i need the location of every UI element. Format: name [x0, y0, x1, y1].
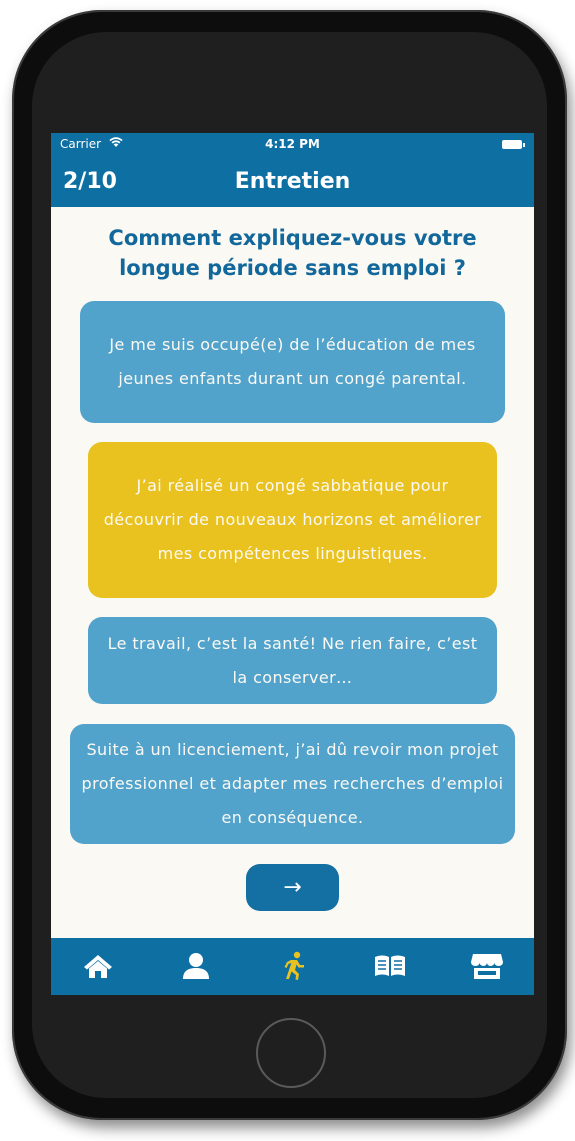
answer-option-2-selected[interactable]: J’ai réalisé un congé sabbatique pour dé…: [88, 442, 497, 598]
open-book-icon: [375, 955, 405, 976]
running-person-icon: [284, 951, 304, 980]
next-button[interactable]: →: [246, 864, 339, 911]
app-screen: Carrier 4:12 PM 2/10 Entretien Comment e…: [51, 133, 534, 995]
answer-option-label: Le travail, c’est la santé! Ne rien fair…: [107, 633, 478, 687]
store-icon: [471, 954, 503, 979]
user-icon: [183, 953, 209, 979]
answer-option-label: Suite à un licenciement, j’ai dû revoir …: [81, 740, 504, 827]
answer-option-3[interactable]: Le travail, c’est la santé! Ne rien fair…: [88, 617, 497, 704]
status-bar: Carrier 4:12 PM: [51, 133, 534, 155]
phone-home-button[interactable]: [256, 1018, 326, 1088]
home-icon: [84, 955, 112, 978]
answer-option-label: Je me suis occupé(e) de l’éducation de m…: [109, 335, 476, 388]
nav-bar: 2/10 Entretien: [51, 155, 534, 207]
tab-library[interactable]: [360, 946, 420, 986]
answer-option-1[interactable]: Je me suis occupé(e) de l’éducation de m…: [80, 301, 505, 423]
tab-bar: [51, 938, 534, 995]
tab-store[interactable]: [457, 946, 517, 986]
page-title: Entretien: [234, 169, 351, 194]
tab-home[interactable]: [68, 946, 128, 986]
question-text: Comment expliquez-vous votre longue péri…: [108, 226, 477, 280]
arrow-right-icon: →: [283, 875, 302, 900]
clock-label: 4:12 PM: [265, 137, 320, 151]
answer-option-label: J’ai réalisé un congé sabbatique pour dé…: [103, 476, 482, 563]
tab-profile[interactable]: [166, 946, 226, 986]
battery-icon: [502, 140, 525, 149]
answer-option-4[interactable]: Suite à un licenciement, j’ai dû revoir …: [70, 724, 515, 844]
tab-interview-active[interactable]: [263, 946, 323, 986]
